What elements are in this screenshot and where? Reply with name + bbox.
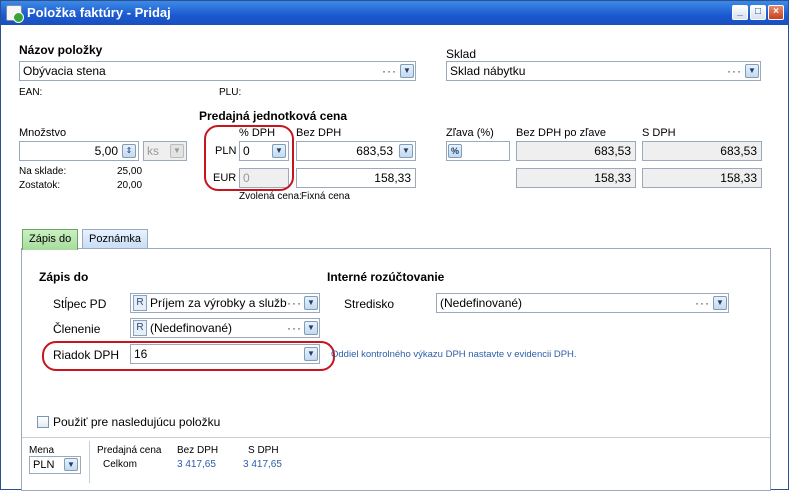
currency-label: Mena	[29, 445, 55, 456]
column-chevron-down-icon[interactable]: ▼	[304, 296, 318, 310]
vat-row-chevron-down-icon[interactable]: ▼	[304, 347, 318, 361]
pln-vat-select[interactable]: 0 ▼	[239, 141, 289, 161]
center-value: (Nedefinované)	[440, 296, 523, 310]
warehouse-field[interactable]: Sklad nábytku ··· ▼	[446, 61, 761, 81]
internal-title: Interné rozúčtovanie	[327, 270, 445, 284]
quantity-label: Množstvo	[19, 127, 67, 139]
tab-poznamka[interactable]: Poznámka	[82, 229, 148, 249]
maximize-button[interactable]: □	[750, 5, 766, 20]
use-next-checkbox[interactable]	[37, 416, 49, 428]
column-field[interactable]: R Príjem za výrobky a služby ··· ▼	[130, 293, 320, 313]
item-name-label: Názov položky	[19, 43, 103, 57]
sale-price-label: Predajná cena	[97, 445, 162, 456]
pln-label: PLN	[215, 145, 237, 157]
vat-row-label: Riadok DPH	[53, 348, 120, 362]
footer-separator	[89, 441, 90, 483]
plu-label: PLU:	[219, 87, 242, 98]
pln-net-value: 683,53	[356, 144, 393, 158]
eur-vat-field: 0	[239, 168, 289, 188]
ean-label: EAN:	[19, 87, 43, 98]
vat-note-link[interactable]: Oddiel kontrolného výkazu DPH nastavte v…	[331, 349, 577, 360]
currency-chevron-down-icon[interactable]: ▼	[64, 458, 78, 471]
rest-label: Zostatok:	[19, 180, 61, 191]
title-bar[interactable]: Položka faktúry - Pridaj _ □ ×	[1, 1, 788, 25]
column-more-icon[interactable]: ···	[287, 294, 302, 312]
division-more-icon[interactable]: ···	[287, 319, 302, 337]
pln-net-chevron-down-icon[interactable]: ▼	[399, 144, 413, 158]
percent-icon[interactable]: %	[448, 144, 462, 158]
quantity-value: 5,00	[94, 144, 118, 158]
pln-gross-field: 683,53	[642, 141, 762, 161]
center-chevron-down-icon[interactable]: ▼	[713, 296, 727, 310]
dialog-window: Položka faktúry - Pridaj _ □ × Názov pol…	[0, 0, 789, 491]
unit-select[interactable]: ks ▼	[143, 141, 187, 161]
footer-gross-value: 3 417,65	[243, 459, 282, 470]
discount-input[interactable]: %	[446, 141, 510, 161]
quantity-input[interactable]: 5,00 ⇕	[19, 141, 139, 161]
center-label: Stredisko	[344, 297, 395, 311]
vat-label: % DPH	[239, 127, 276, 139]
footer-net-value: 3 417,65	[177, 459, 216, 470]
column-value: Príjem za výrobky a služby	[150, 296, 293, 310]
rest-value: 20,00	[117, 180, 143, 191]
warehouse-value: Sklad nábytku	[450, 64, 526, 78]
center-field[interactable]: (Nedefinované) ··· ▼	[436, 293, 729, 313]
eur-net-after-field: 158,33	[516, 168, 636, 188]
currency-value: PLN	[33, 459, 55, 471]
use-next-label: Použiť pre nasledujúcu položku	[53, 415, 221, 429]
tab-zapis-do[interactable]: Zápis do	[22, 229, 79, 250]
stock-value: 25,00	[117, 166, 143, 177]
total-label: Celkom	[103, 459, 137, 470]
r-tag-icon: R	[133, 320, 147, 336]
item-chevron-down-icon[interactable]: ▼	[400, 64, 414, 78]
quantity-stepper-icon[interactable]: ⇕	[122, 144, 136, 158]
unit-chevron-down-icon[interactable]: ▼	[170, 144, 184, 158]
selected-price-value: Fixná cena	[301, 191, 350, 202]
net-after-discount-label: Bez DPH po zľave	[516, 127, 607, 139]
division-label: Členenie	[53, 322, 101, 336]
gross-label: S DPH	[642, 127, 676, 139]
posting-title: Zápis do	[39, 270, 89, 284]
warehouse-more-icon[interactable]: ···	[727, 62, 742, 80]
eur-net-input[interactable]: 158,33	[296, 168, 416, 188]
division-field[interactable]: R (Nedefinované) ··· ▼	[130, 318, 320, 338]
close-button[interactable]: ×	[768, 5, 784, 20]
minimize-button[interactable]: _	[732, 5, 748, 20]
pln-vat-value: 0	[243, 144, 250, 158]
net-label: Bez DPH	[296, 127, 342, 139]
app-icon	[6, 5, 24, 23]
division-chevron-down-icon[interactable]: ▼	[304, 321, 318, 335]
column-label: Stĺpec PD	[53, 297, 107, 311]
pln-net-input[interactable]: 683,53 ▼	[296, 141, 416, 161]
eur-label: EUR	[213, 172, 237, 184]
selected-price-label: Zvolená cena:	[239, 191, 302, 202]
footer-divider	[22, 437, 770, 438]
center-more-icon[interactable]: ···	[695, 294, 710, 312]
division-value: (Nedefinované)	[150, 321, 233, 335]
warehouse-label: Sklad	[446, 47, 477, 61]
footer-gross-label: S DPH	[248, 445, 279, 456]
window-title: Položka faktúry - Pridaj	[27, 5, 171, 20]
vat-row-value: 16	[134, 347, 148, 361]
warehouse-chevron-down-icon[interactable]: ▼	[745, 64, 759, 78]
item-name-field[interactable]: Obývacia stena ··· ▼	[19, 61, 416, 81]
vat-row-select[interactable]: 16 ▼	[130, 344, 320, 364]
pln-vat-chevron-down-icon[interactable]: ▼	[272, 144, 286, 158]
r-tag-icon: R	[133, 295, 147, 311]
item-more-icon[interactable]: ···	[382, 62, 397, 80]
footer-net-label: Bez DPH	[177, 445, 219, 456]
eur-gross-field: 158,33	[642, 168, 762, 188]
currency-select[interactable]: PLN ▼	[29, 456, 81, 474]
unit-value: ks	[147, 144, 159, 158]
item-name-value: Obývacia stena	[23, 64, 106, 78]
pln-net-after-field: 683,53	[516, 141, 636, 161]
price-section-label: Predajná jednotková cena	[199, 109, 348, 123]
discount-label: Zľava (%)	[446, 127, 494, 139]
stock-label: Na sklade:	[19, 166, 67, 177]
